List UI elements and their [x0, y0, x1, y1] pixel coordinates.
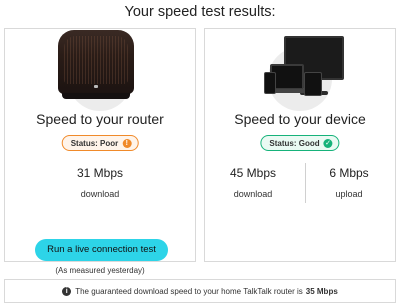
- guaranteed-speed-value: 35 Mbps: [305, 286, 338, 296]
- measurement-note: (As measured yesterday): [55, 266, 145, 275]
- guaranteed-speed-bar: i The guaranteed download speed to your …: [4, 279, 396, 303]
- device-upload-value: 6 Mbps: [329, 166, 369, 180]
- router-status-label: Status: Poor: [70, 138, 119, 148]
- info-icon: i: [62, 286, 72, 296]
- router-base: [62, 93, 130, 99]
- router-card-heading: Speed to your router: [36, 111, 164, 127]
- check-icon: ✓: [323, 138, 333, 148]
- router-download-value: 31 Mbps: [76, 166, 124, 180]
- run-live-test-button[interactable]: Run a live connection test: [35, 239, 168, 261]
- phone-icon: [264, 72, 276, 94]
- guaranteed-speed-text: The guaranteed download speed to your ho…: [75, 286, 303, 296]
- router-status-badge: Status: Poor !: [61, 135, 139, 151]
- devices-image: [264, 36, 344, 102]
- device-status-badge: Status: Good ✓: [260, 135, 340, 151]
- page-title: Your speed test results:: [124, 4, 276, 20]
- router-led: [94, 85, 98, 88]
- device-card-heading: Speed to your device: [234, 111, 366, 127]
- device-upload-label: upload: [335, 189, 363, 199]
- tablet-icon: [304, 72, 322, 96]
- device-download-label: download: [233, 189, 273, 199]
- device-download-value: 45 Mbps: [229, 166, 277, 180]
- device-status-label: Status: Good: [269, 138, 320, 148]
- router-image: [58, 30, 134, 100]
- router-download-label: download: [80, 189, 120, 199]
- alert-icon: !: [122, 138, 132, 148]
